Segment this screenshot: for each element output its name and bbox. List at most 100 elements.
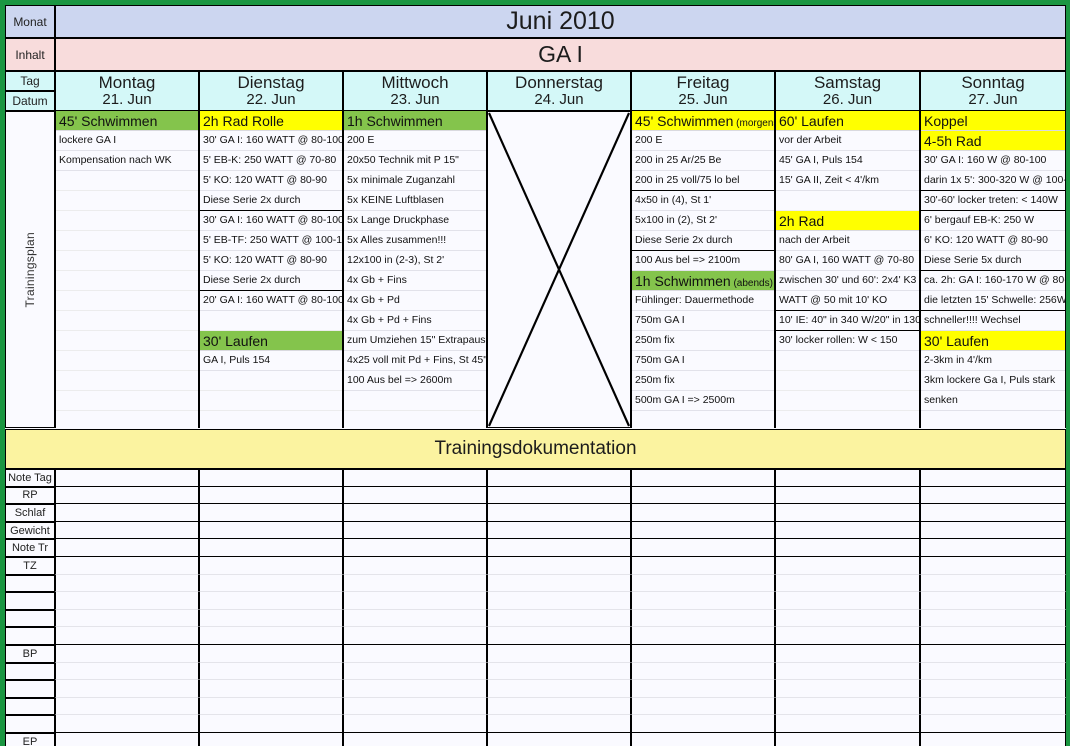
doc-cell-dienstag-6[interactable]: [199, 574, 343, 593]
doc-cell-montag-9[interactable]: [55, 627, 199, 645]
doc-cell-samstag-1[interactable]: [775, 486, 920, 505]
doc-cell-dienstag-2[interactable]: [199, 504, 343, 522]
doc-cell-donnerstag-5[interactable]: [487, 557, 631, 575]
doc-cell-dienstag-9[interactable]: [199, 627, 343, 645]
doc-cell-montag-7[interactable]: [55, 592, 199, 610]
doc-cell-sonntag-1[interactable]: [920, 486, 1066, 505]
doc-cell-mittwoch-5[interactable]: [343, 557, 487, 575]
doc-cell-mittwoch-14[interactable]: [343, 715, 487, 733]
doc-cell-montag-4[interactable]: [55, 539, 199, 557]
doc-cell-dienstag-5[interactable]: [199, 557, 343, 575]
doc-cell-freitag-6[interactable]: [631, 574, 775, 593]
doc-cell-dienstag-10[interactable]: [199, 645, 343, 663]
doc-cell-sonntag-0[interactable]: [920, 469, 1066, 487]
doc-cell-freitag-8[interactable]: [631, 609, 775, 628]
doc-cell-samstag-0[interactable]: [775, 469, 920, 487]
doc-cell-sonntag-4[interactable]: [920, 539, 1066, 557]
doc-cell-freitag-15[interactable]: [631, 733, 775, 746]
doc-cell-montag-10[interactable]: [55, 645, 199, 663]
doc-cell-mittwoch-8[interactable]: [343, 609, 487, 628]
doc-cell-mittwoch-1[interactable]: [343, 486, 487, 505]
doc-cell-donnerstag-8[interactable]: [487, 609, 631, 628]
doc-cell-dienstag-7[interactable]: [199, 592, 343, 610]
doc-cell-samstag-14[interactable]: [775, 715, 920, 733]
doc-cell-sonntag-12[interactable]: [920, 680, 1066, 698]
doc-cell-samstag-9[interactable]: [775, 627, 920, 645]
doc-cell-samstag-6[interactable]: [775, 574, 920, 593]
doc-cell-sonntag-11[interactable]: [920, 662, 1066, 681]
doc-cell-montag-11[interactable]: [55, 662, 199, 681]
doc-cell-montag-1[interactable]: [55, 486, 199, 505]
doc-cell-freitag-3[interactable]: [631, 521, 775, 540]
doc-cell-donnerstag-15[interactable]: [487, 733, 631, 746]
doc-cell-sonntag-3[interactable]: [920, 521, 1066, 540]
doc-cell-mittwoch-15[interactable]: [343, 733, 487, 746]
doc-cell-sonntag-6[interactable]: [920, 574, 1066, 593]
doc-cell-sonntag-10[interactable]: [920, 645, 1066, 663]
doc-cell-sonntag-5[interactable]: [920, 557, 1066, 575]
doc-cell-mittwoch-13[interactable]: [343, 697, 487, 716]
doc-cell-freitag-5[interactable]: [631, 557, 775, 575]
doc-cell-montag-14[interactable]: [55, 715, 199, 733]
doc-cell-dienstag-8[interactable]: [199, 609, 343, 628]
doc-cell-sonntag-13[interactable]: [920, 697, 1066, 716]
doc-cell-mittwoch-6[interactable]: [343, 574, 487, 593]
doc-cell-montag-0[interactable]: [55, 469, 199, 487]
doc-cell-donnerstag-3[interactable]: [487, 521, 631, 540]
doc-cell-samstag-13[interactable]: [775, 697, 920, 716]
doc-cell-freitag-4[interactable]: [631, 539, 775, 557]
doc-cell-freitag-1[interactable]: [631, 486, 775, 505]
doc-cell-dienstag-1[interactable]: [199, 486, 343, 505]
doc-cell-dienstag-0[interactable]: [199, 469, 343, 487]
doc-cell-dienstag-4[interactable]: [199, 539, 343, 557]
doc-cell-dienstag-13[interactable]: [199, 697, 343, 716]
doc-cell-samstag-10[interactable]: [775, 645, 920, 663]
doc-cell-freitag-12[interactable]: [631, 680, 775, 698]
doc-cell-samstag-5[interactable]: [775, 557, 920, 575]
doc-cell-montag-15[interactable]: [55, 733, 199, 746]
doc-cell-mittwoch-12[interactable]: [343, 680, 487, 698]
doc-cell-mittwoch-9[interactable]: [343, 627, 487, 645]
doc-cell-sonntag-2[interactable]: [920, 504, 1066, 522]
doc-cell-freitag-0[interactable]: [631, 469, 775, 487]
doc-cell-samstag-11[interactable]: [775, 662, 920, 681]
doc-cell-mittwoch-4[interactable]: [343, 539, 487, 557]
doc-cell-montag-3[interactable]: [55, 521, 199, 540]
doc-cell-mittwoch-3[interactable]: [343, 521, 487, 540]
doc-cell-montag-2[interactable]: [55, 504, 199, 522]
doc-cell-sonntag-8[interactable]: [920, 609, 1066, 628]
doc-cell-freitag-13[interactable]: [631, 697, 775, 716]
doc-cell-dienstag-15[interactable]: [199, 733, 343, 746]
doc-cell-sonntag-15[interactable]: [920, 733, 1066, 746]
doc-cell-donnerstag-14[interactable]: [487, 715, 631, 733]
doc-cell-montag-5[interactable]: [55, 557, 199, 575]
doc-cell-dienstag-12[interactable]: [199, 680, 343, 698]
doc-cell-samstag-3[interactable]: [775, 521, 920, 540]
doc-cell-samstag-15[interactable]: [775, 733, 920, 746]
doc-cell-freitag-7[interactable]: [631, 592, 775, 610]
doc-cell-freitag-9[interactable]: [631, 627, 775, 645]
doc-cell-donnerstag-1[interactable]: [487, 486, 631, 505]
doc-cell-donnerstag-7[interactable]: [487, 592, 631, 610]
doc-cell-samstag-12[interactable]: [775, 680, 920, 698]
doc-cell-samstag-4[interactable]: [775, 539, 920, 557]
doc-cell-montag-6[interactable]: [55, 574, 199, 593]
doc-cell-montag-8[interactable]: [55, 609, 199, 628]
doc-cell-donnerstag-6[interactable]: [487, 574, 631, 593]
doc-cell-samstag-2[interactable]: [775, 504, 920, 522]
doc-cell-sonntag-9[interactable]: [920, 627, 1066, 645]
doc-cell-donnerstag-10[interactable]: [487, 645, 631, 663]
doc-cell-mittwoch-7[interactable]: [343, 592, 487, 610]
doc-cell-freitag-10[interactable]: [631, 645, 775, 663]
doc-cell-mittwoch-11[interactable]: [343, 662, 487, 681]
doc-cell-dienstag-11[interactable]: [199, 662, 343, 681]
doc-cell-sonntag-7[interactable]: [920, 592, 1066, 610]
doc-cell-donnerstag-0[interactable]: [487, 469, 631, 487]
doc-cell-donnerstag-11[interactable]: [487, 662, 631, 681]
doc-cell-mittwoch-2[interactable]: [343, 504, 487, 522]
doc-cell-samstag-7[interactable]: [775, 592, 920, 610]
doc-cell-mittwoch-0[interactable]: [343, 469, 487, 487]
doc-cell-donnerstag-4[interactable]: [487, 539, 631, 557]
doc-cell-montag-13[interactable]: [55, 697, 199, 716]
doc-cell-donnerstag-12[interactable]: [487, 680, 631, 698]
